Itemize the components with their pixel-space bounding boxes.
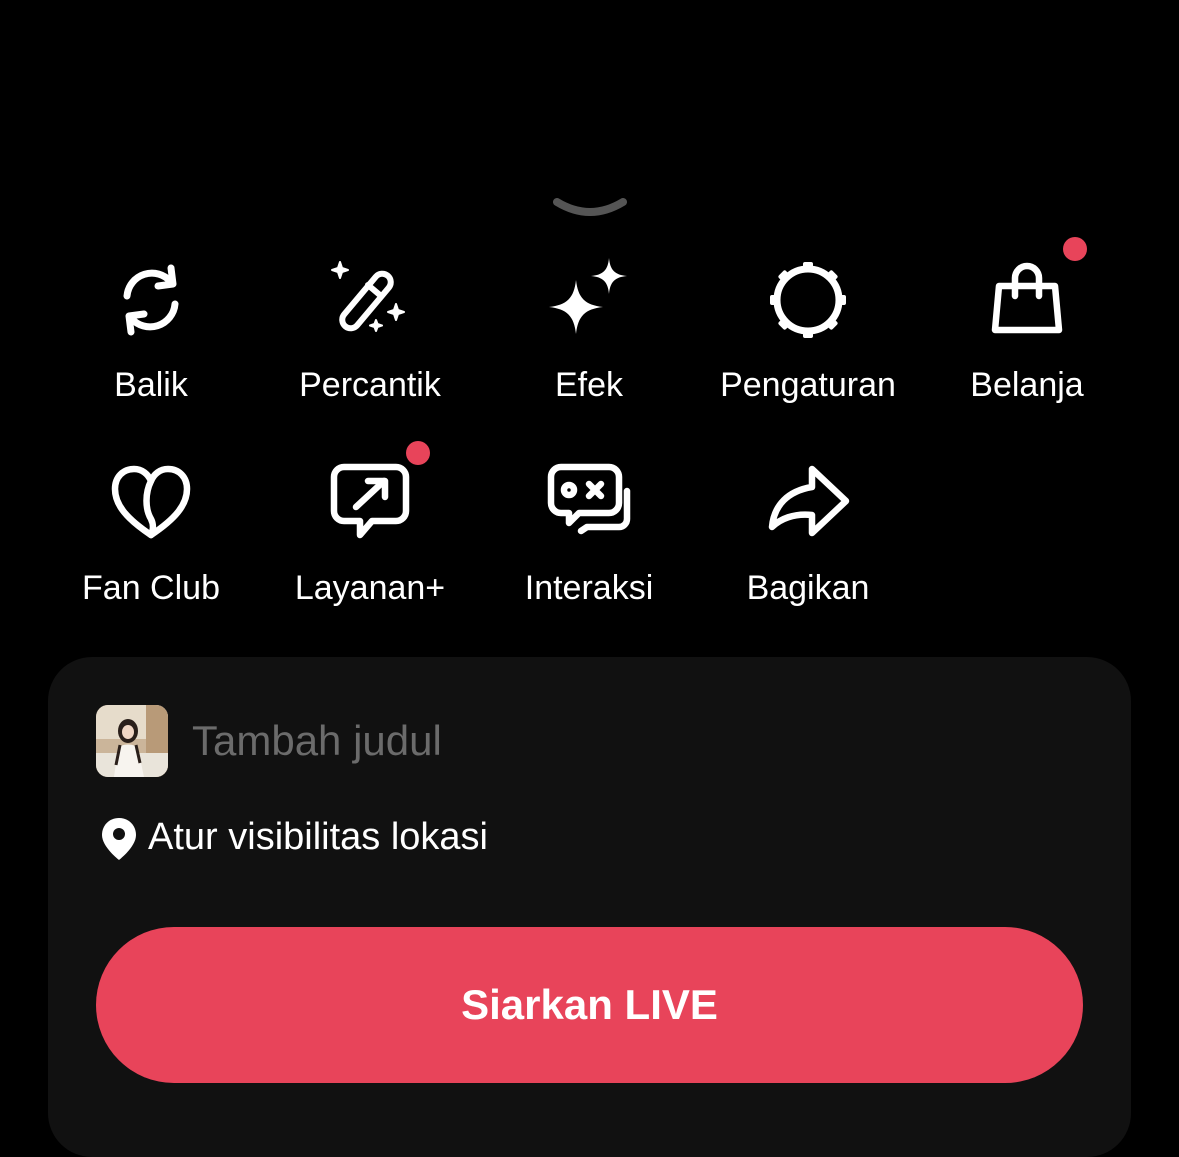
tool-label: Percantik (299, 366, 441, 404)
tool-layanan-plus[interactable]: Layanan+ (260, 441, 480, 631)
magic-wand-icon (328, 258, 412, 342)
cover-thumbnail[interactable] (96, 705, 168, 777)
shopping-bag-icon (985, 258, 1069, 342)
tool-percantik[interactable]: Percantik (260, 258, 480, 428)
flip-camera-icon (109, 258, 193, 342)
tool-efek[interactable]: Efek (479, 258, 699, 428)
go-live-button[interactable]: Siarkan LIVE (96, 927, 1083, 1083)
tool-label: Interaksi (524, 569, 654, 607)
tool-label: Balik (114, 366, 188, 404)
notification-dot (406, 441, 430, 465)
location-label: Atur visibilitas lokasi (148, 816, 488, 858)
game-chat-icon (547, 461, 631, 545)
chat-arrow-icon (328, 461, 412, 545)
sparkles-icon (547, 258, 631, 342)
location-pin-icon (102, 818, 136, 860)
tool-balik[interactable]: Balik (41, 258, 261, 428)
gear-icon (766, 258, 850, 342)
tool-label: Bagikan (746, 569, 870, 607)
title-input[interactable] (192, 713, 992, 769)
tool-label: Fan Club (82, 569, 220, 607)
tool-belanja[interactable]: Belanja (917, 237, 1137, 428)
notification-dot (1063, 237, 1087, 261)
heart-icon (109, 461, 193, 545)
share-arrow-icon (766, 461, 850, 545)
tool-fan-club[interactable]: Fan Club (41, 461, 261, 631)
tool-bagikan[interactable]: Bagikan (698, 461, 918, 631)
tool-label: Belanja (970, 366, 1084, 404)
tool-pengaturan[interactable]: Pengaturan (698, 258, 918, 428)
sheet-collapse-handle[interactable] (551, 196, 629, 218)
tool-interaksi[interactable]: Interaksi (479, 461, 699, 631)
tool-label: Pengaturan (720, 366, 896, 404)
tool-label: Layanan+ (294, 569, 446, 607)
tool-label: Efek (554, 366, 624, 404)
